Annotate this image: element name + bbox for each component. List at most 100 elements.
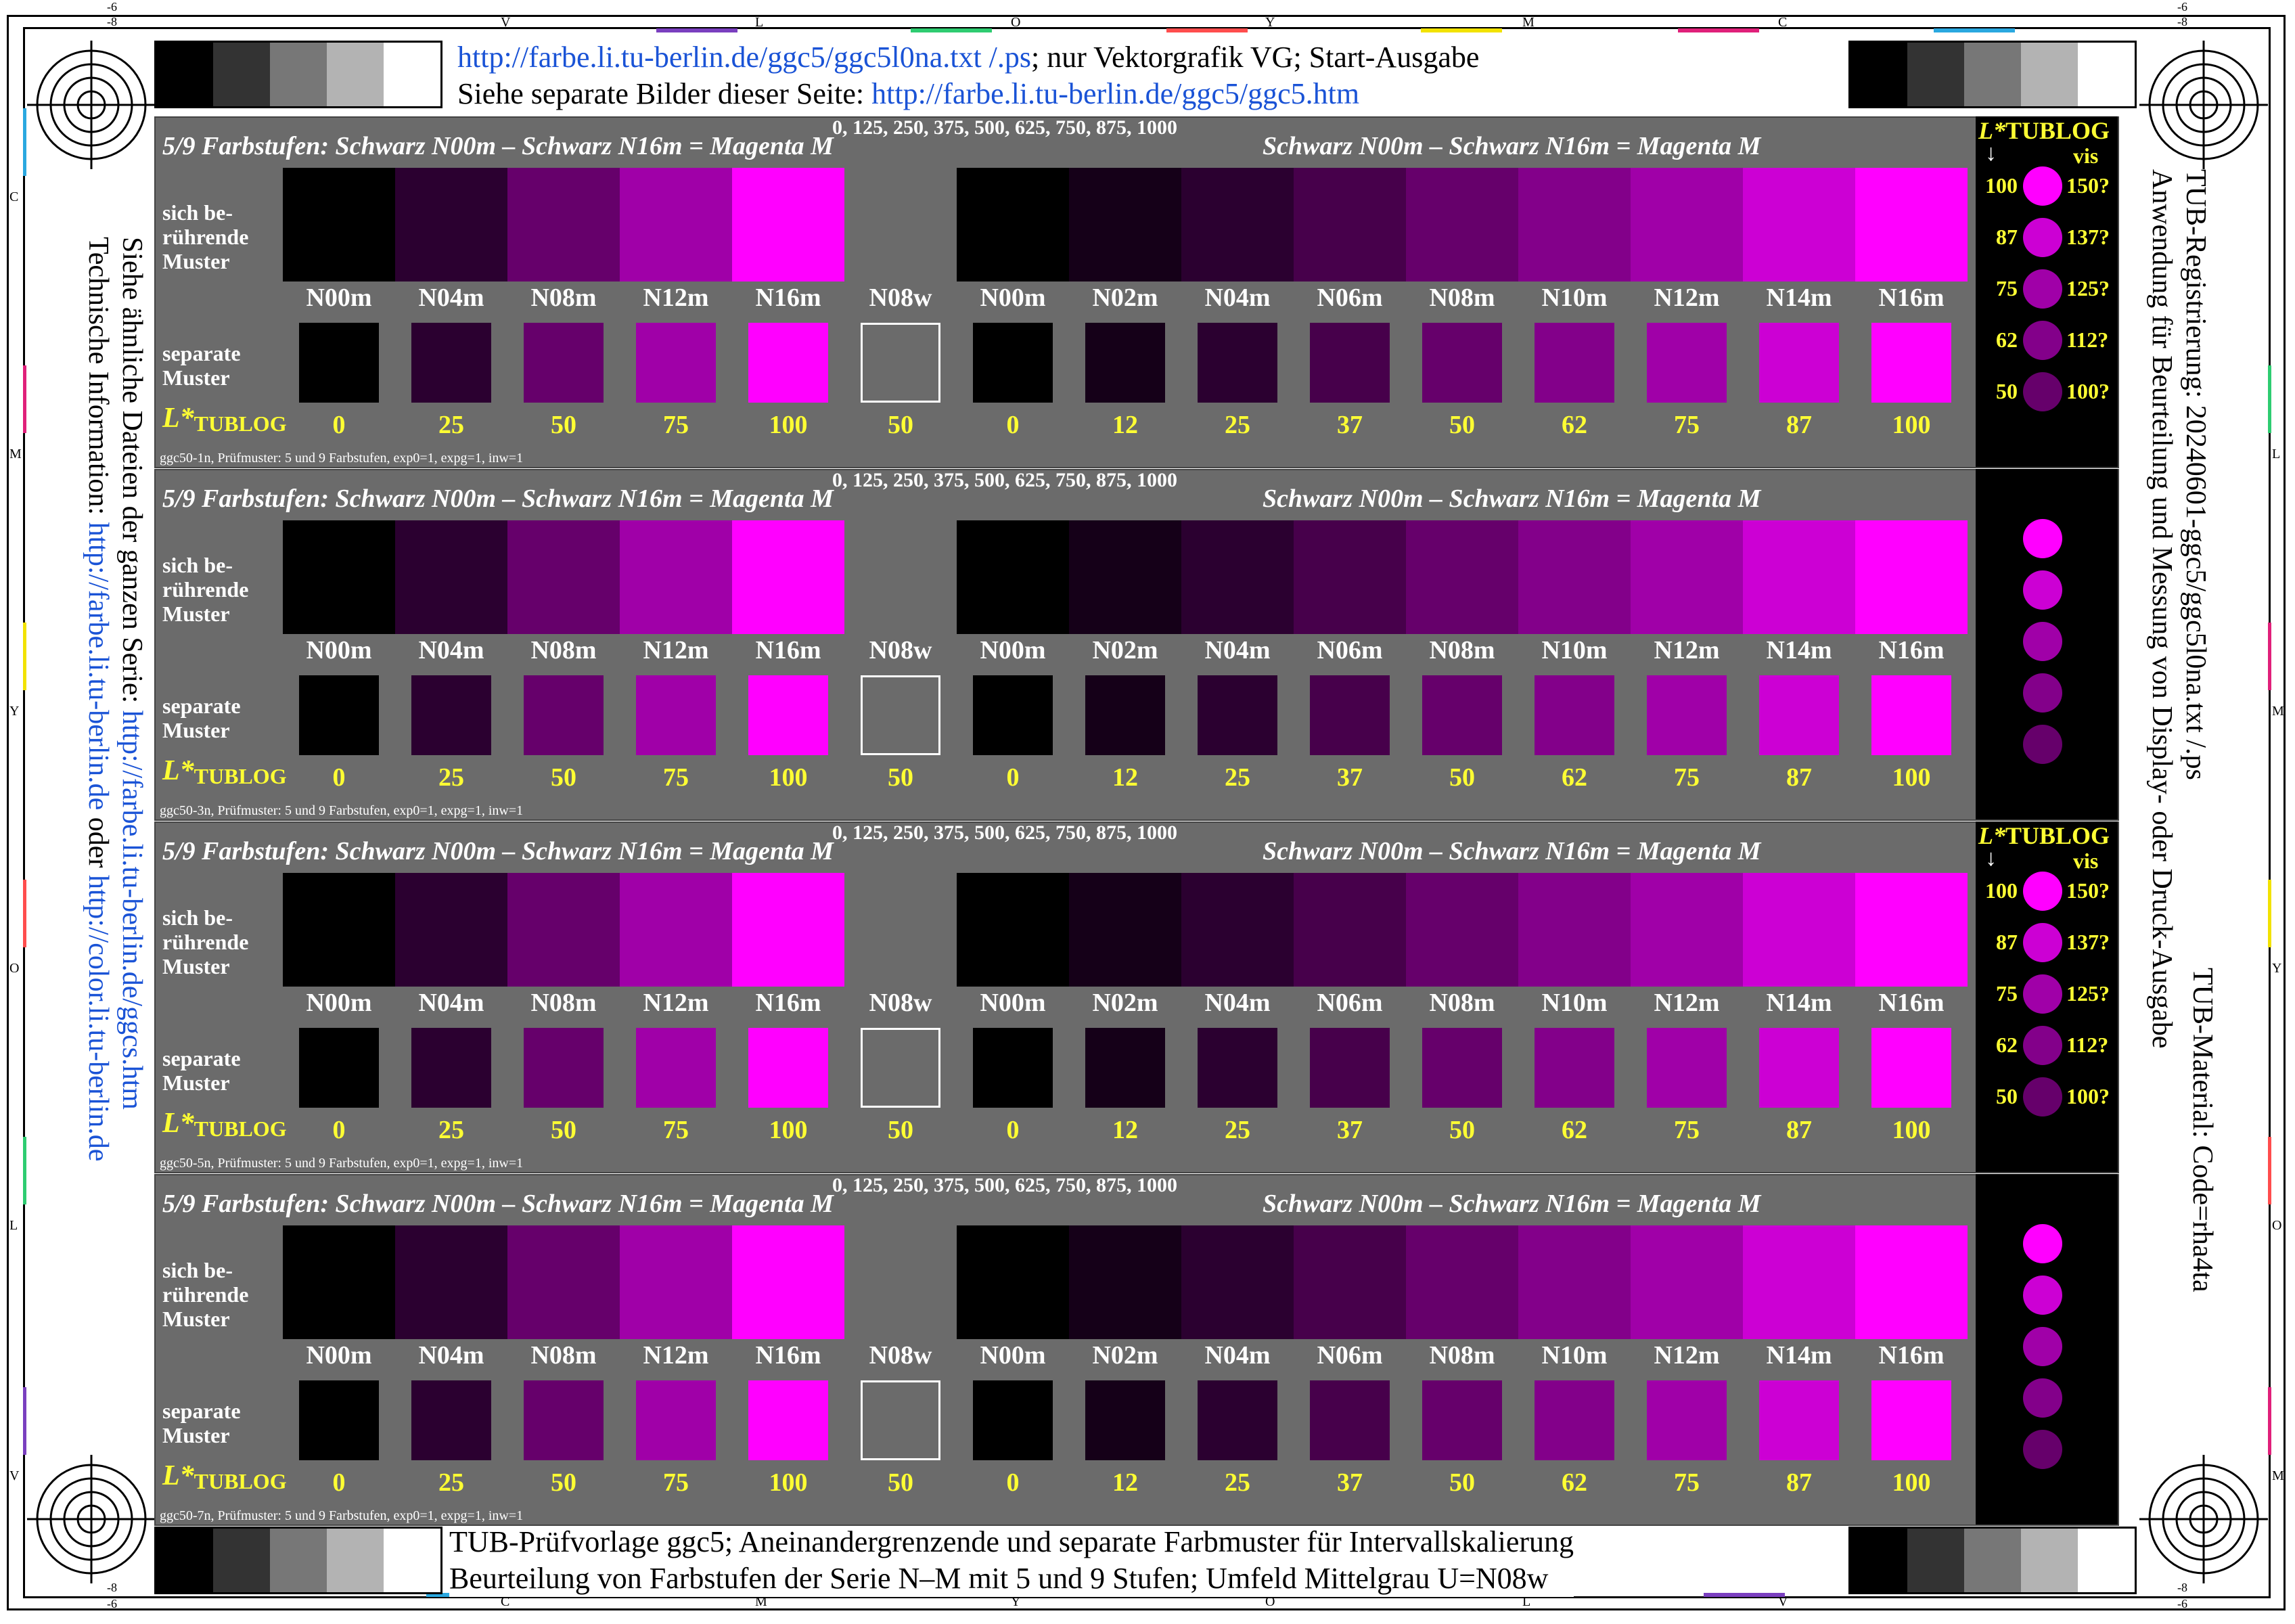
touching-label: sich be-rührende Muster	[162, 1258, 248, 1331]
gray-step	[2078, 43, 2135, 106]
color-code-label: N02m	[1092, 284, 1158, 312]
touching-patch	[1518, 168, 1631, 281]
touching-patch	[507, 168, 620, 281]
side-left-link-series[interactable]: http://farbe.li.tu-berlin.de/ggcs.htm	[116, 710, 147, 1110]
edge-bar-left	[23, 623, 26, 690]
legend-circle-panel: L*TUBLOG ↓ vis 100 150? 87 137? 75 125? 62 112? 50 1…	[1976, 821, 2118, 1172]
legend-lstar: 100	[1985, 878, 2018, 903]
separate-patch	[299, 1028, 379, 1108]
separate-cell	[395, 321, 507, 405]
color-code-label: N12m	[643, 1341, 709, 1370]
touching-patch	[957, 873, 1069, 987]
touching-label-line: sich be-	[162, 553, 233, 577]
color-code-label: N00m	[306, 1341, 372, 1370]
separate-patch	[1871, 1380, 1951, 1460]
touching-label-line: Muster	[162, 602, 230, 626]
color-code-label: N06m	[1317, 636, 1383, 664]
separate-cell	[620, 673, 732, 757]
header-link-htm[interactable]: http://farbe.li.tu-berlin.de/ggc5/ggc5.h…	[871, 77, 1359, 110]
color-code-label: N16m	[755, 284, 821, 312]
color-code-label: N08m	[530, 1341, 597, 1370]
touching-patch	[1406, 1225, 1518, 1339]
color-code-label: N10m	[1541, 636, 1608, 664]
touching-label: sich be-rührende Muster	[162, 905, 248, 978]
touching-patch	[1294, 520, 1406, 634]
edge-letter-top: O	[1011, 15, 1021, 30]
touching-patch	[1855, 520, 1968, 634]
separate-patch	[748, 323, 828, 403]
lstar-value: 50	[551, 1468, 576, 1497]
touching-patch	[1855, 1225, 1968, 1339]
edge-bar-left	[23, 365, 26, 433]
lstar-value: 25	[438, 1468, 464, 1497]
edge-letter-left: L	[9, 1218, 18, 1233]
legend-circle-panel	[1976, 1174, 2118, 1525]
touching-label-line: rührende	[162, 577, 249, 602]
separate-patch	[411, 1028, 491, 1108]
legend-row: 100 150?	[1976, 165, 2118, 206]
edge-tick-top-left-6: -6	[107, 0, 117, 14]
touching-patch	[1181, 168, 1294, 281]
separate-cell	[395, 1378, 507, 1462]
side-text-left: Siehe ähnliche Dateien der ganzen Serie:…	[81, 237, 149, 1387]
touching-patch	[1294, 1225, 1406, 1339]
lstar-label: L*TUBLOG	[162, 1460, 287, 1494]
lstar-value: 75	[663, 1116, 689, 1144]
touching-patch	[1743, 168, 1855, 281]
lstar-value: 0	[332, 411, 346, 439]
legend-lstar: 75	[1996, 276, 2018, 300]
lstar-value: 25	[1225, 1468, 1250, 1497]
side-left-line2-mid: oder	[83, 810, 114, 875]
touching-label-line: rührende	[162, 1282, 249, 1307]
separate-patch	[1647, 1028, 1727, 1108]
registration-mark-bottom-right	[2139, 1455, 2268, 1583]
separate-label-line: Muster	[162, 365, 230, 390]
touching-patch	[1518, 1225, 1631, 1339]
separate-cell	[283, 673, 395, 757]
color-code-label: N00m	[980, 636, 1046, 664]
lstar-main: L*	[162, 403, 194, 434]
legend-lstar: 62	[1996, 1033, 2018, 1057]
edge-letter-top: M	[1522, 15, 1535, 30]
color-code-label: N10m	[1541, 989, 1608, 1017]
color-code-label: N08w	[869, 636, 932, 664]
touching-label-line: Muster	[162, 954, 230, 978]
touching-patch	[1743, 873, 1855, 987]
color-code-label: N00m	[980, 284, 1046, 312]
edge-bar-top	[1678, 28, 1759, 32]
gray-step	[1907, 1529, 1964, 1592]
color-code-label: N12m	[1654, 284, 1720, 312]
gray-step	[327, 43, 384, 106]
touching-patch	[844, 168, 957, 281]
lstar-value: 62	[1562, 1468, 1587, 1497]
panel-footnote: ggc50-5n, Prüfmuster: 5 und 9 Farbstufen…	[160, 1156, 524, 1171]
side-left-link-color[interactable]: http://color.li.tu-berlin.de	[83, 875, 114, 1161]
edge-letter-right: M	[2272, 704, 2284, 719]
registration-mark-bottom-left	[27, 1455, 156, 1583]
gray-step	[384, 43, 440, 106]
separate-patch	[1085, 1380, 1165, 1460]
gray-strip-top-right	[1848, 41, 2137, 108]
touching-patch	[732, 873, 844, 987]
lstar-value: 37	[1337, 763, 1363, 792]
color-code-label: N04m	[1204, 636, 1271, 664]
gray-step	[270, 43, 327, 106]
side-right-line2: Anwendung für Beurteilung und Messung vo…	[2146, 169, 2177, 1049]
lstar-value: 87	[1786, 763, 1812, 792]
separate-cell	[395, 673, 507, 757]
separate-label-line: Muster	[162, 718, 230, 742]
separate-patch	[1535, 1028, 1614, 1108]
color-code-label: N04m	[418, 1341, 484, 1370]
touching-label-line: rührende	[162, 225, 249, 249]
separate-patch	[299, 1380, 379, 1460]
edge-bar-right	[2268, 1387, 2271, 1455]
header-link-ps[interactable]: http://farbe.li.tu-berlin.de/ggc5/ggc5l0…	[457, 41, 1031, 74]
gray-step	[156, 43, 213, 106]
separate-cell	[844, 1026, 957, 1110]
separate-patch	[973, 323, 1053, 403]
legend-vis-value: 137?	[2066, 930, 2110, 954]
edge-letter-left: C	[9, 189, 19, 204]
legend-row: 100 150?	[1976, 870, 2118, 911]
color-code-label: N08w	[869, 284, 932, 312]
side-left-link-farbe[interactable]: http://farbe.li.tu-berlin.de	[83, 522, 114, 811]
